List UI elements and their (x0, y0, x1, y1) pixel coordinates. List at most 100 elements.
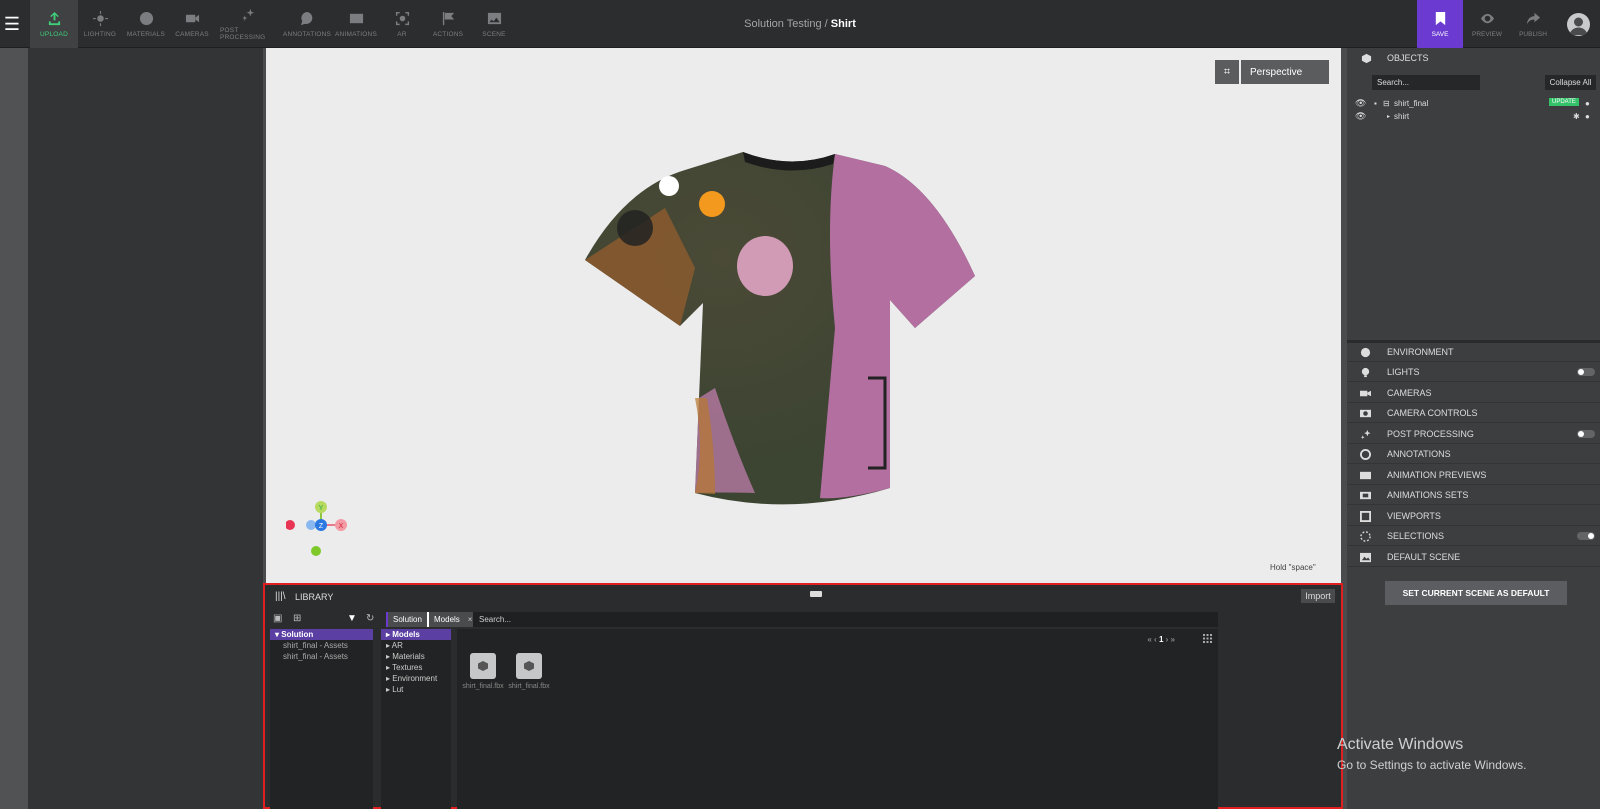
eye-icon[interactable]: 👁 (1355, 98, 1366, 109)
breadcrumb-separator: / (824, 18, 828, 30)
drag-handle[interactable] (810, 591, 822, 597)
section-default-scene[interactable]: DEFAULT SCENE (1347, 547, 1600, 567)
section-selections[interactable]: SELECTIONS (1347, 526, 1600, 546)
update-badge[interactable]: UPDATE (1549, 98, 1579, 106)
new-folder-icon[interactable]: ▣ (273, 613, 282, 624)
cube-icon (516, 653, 542, 679)
tool-annotations-button[interactable]: ANNOTATIONS (283, 0, 331, 48)
tree-item[interactable]: shirt_final - Assets (270, 640, 373, 651)
expand-icon[interactable]: ⊟ (1383, 99, 1390, 108)
category-ar[interactable]: ▸ AR (381, 640, 451, 651)
right-panel: OBJECTS Search... Collapse All 👁 ▪ ⊟ shi… (1347, 48, 1600, 809)
asset-name: shirt_final.fbx (508, 683, 550, 690)
category-textures[interactable]: ▸ Textures (381, 662, 451, 673)
upload-icon (48, 11, 60, 25)
tool-cameras-button[interactable]: CAMERAS (168, 0, 216, 48)
selection-icon (1360, 531, 1371, 542)
library-tree: ▾ Solution shirt_final - Assets shirt_fi… (270, 629, 373, 809)
axis-neg-x-handle[interactable] (286, 520, 295, 530)
camera-frame-icon[interactable]: ⌗ (1215, 60, 1239, 84)
material-icon[interactable]: ✱ (1573, 112, 1580, 121)
sparkle-icon (241, 8, 254, 22)
preview-button[interactable]: PREVIEW (1464, 0, 1510, 48)
eye-icon (1480, 13, 1494, 23)
objects-search-input[interactable]: Search... (1372, 75, 1480, 90)
object-row[interactable]: 👁 ▪ ⊟ shirt_final UPDATE ● (1347, 97, 1600, 109)
film-icon (1360, 471, 1371, 480)
tool-ar-button[interactable]: AR (378, 0, 426, 48)
section-camera-controls[interactable]: CAMERA CONTROLS (1347, 403, 1600, 423)
objects-header[interactable]: OBJECTS (1347, 48, 1600, 68)
filter-icon[interactable]: ▼ (347, 613, 357, 624)
category-models[interactable]: ▸ Models (381, 629, 451, 640)
tool-scene-button[interactable]: SCENE (470, 0, 518, 48)
post-processing-toggle[interactable] (1577, 430, 1595, 438)
category-lut[interactable]: ▸ Lut (381, 684, 451, 695)
viewport-hint: Hold "space" (1270, 563, 1316, 572)
hamburger-menu-icon[interactable]: ☰ (0, 0, 24, 48)
tab-models[interactable]: Models × (427, 612, 478, 627)
shirt-model[interactable] (585, 148, 995, 518)
tool-upload-button[interactable]: UPLOAD (30, 0, 78, 48)
axis-y-label: Y (319, 505, 324, 512)
asset-item[interactable]: shirt_final.fbx (506, 653, 552, 690)
object-row[interactable]: 👁 ▸ shirt ✱ ● (1347, 110, 1600, 122)
axis-neg-z-handle[interactable] (306, 520, 316, 530)
settings-icon[interactable]: ● (1585, 99, 1590, 108)
camera-mode-dropdown[interactable]: Perspective (1241, 60, 1329, 84)
share-icon (1526, 12, 1540, 24)
section-viewports[interactable]: VIEWPORTS (1347, 506, 1600, 526)
tool-lighting-button[interactable]: LIGHTING (76, 0, 124, 48)
import-button[interactable]: Import (1301, 589, 1335, 603)
tool-post-processing-button[interactable]: POST PROCESSING (220, 0, 276, 48)
lights-toggle[interactable] (1577, 368, 1595, 376)
first-page-button[interactable]: « (1147, 635, 1151, 644)
watermark-subtitle: Go to Settings to activate Windows. (1337, 758, 1527, 772)
tool-animations-button[interactable]: ANIMATIONS (332, 0, 380, 48)
settings-icon[interactable]: ● (1585, 112, 1590, 121)
asset-item[interactable]: shirt_final.fbx (460, 653, 506, 690)
section-label: VIEWPORTS (1387, 510, 1441, 521)
tree-item-label: Solution (281, 630, 314, 639)
category-materials[interactable]: ▸ Materials (381, 651, 451, 662)
axis-neg-y-handle[interactable] (311, 546, 321, 556)
add-icon[interactable]: ⊞ (293, 613, 301, 624)
avatar[interactable] (1567, 13, 1590, 36)
section-label: CAMERAS (1387, 387, 1432, 398)
library-search-input[interactable]: Search... (473, 612, 1218, 627)
tool-actions-button[interactable]: ACTIONS (424, 0, 472, 48)
section-animation-previews[interactable]: ANIMATION PREVIEWS (1347, 465, 1600, 485)
save-button[interactable]: SAVE (1417, 0, 1463, 48)
tree-item[interactable]: shirt_final - Assets (270, 651, 373, 662)
category-label: Materials (392, 652, 425, 661)
tree-item-solution[interactable]: ▾ Solution (270, 629, 373, 640)
axis-gizmo[interactable]: Y X Z (286, 497, 356, 567)
section-post-processing[interactable]: POST PROCESSING (1347, 424, 1600, 444)
tool-materials-button[interactable]: MATERIALS (122, 0, 170, 48)
breadcrumb-project[interactable]: Solution Testing (744, 18, 821, 30)
section-cameras[interactable]: CAMERAS (1347, 383, 1600, 403)
current-page: 1 (1158, 635, 1164, 644)
set-default-scene-button[interactable]: SET CURRENT SCENE AS DEFAULT (1385, 581, 1567, 605)
collapse-all-button[interactable]: Collapse All (1545, 75, 1596, 90)
tab-solution[interactable]: Solution (386, 612, 427, 627)
grid-view-icon[interactable] (1203, 634, 1212, 643)
next-page-button[interactable]: › (1166, 635, 1169, 644)
close-icon[interactable]: × (468, 615, 473, 624)
tool-materials-label: MATERIALS (126, 30, 166, 38)
refresh-icon[interactable]: ↻ (366, 613, 374, 624)
publish-button[interactable]: PUBLISH (1510, 0, 1556, 48)
category-environment[interactable]: ▸ Environment (381, 673, 451, 684)
image-icon (487, 12, 501, 24)
selections-toggle[interactable] (1577, 532, 1595, 540)
trash-icon[interactable]: ▪ (1374, 99, 1377, 108)
eye-icon[interactable]: 👁 (1355, 111, 1366, 122)
left-edge-strip (0, 48, 28, 809)
camera-controls-icon (1360, 409, 1371, 418)
section-environment[interactable]: ENVIRONMENT (1347, 342, 1600, 362)
last-page-button[interactable]: » (1171, 635, 1175, 644)
section-annotations[interactable]: ANNOTATIONS (1347, 444, 1600, 464)
section-lights[interactable]: LIGHTS (1347, 362, 1600, 382)
section-animations-sets[interactable]: ANIMATIONS SETS (1347, 485, 1600, 505)
prev-page-button[interactable]: ‹ (1154, 635, 1157, 644)
